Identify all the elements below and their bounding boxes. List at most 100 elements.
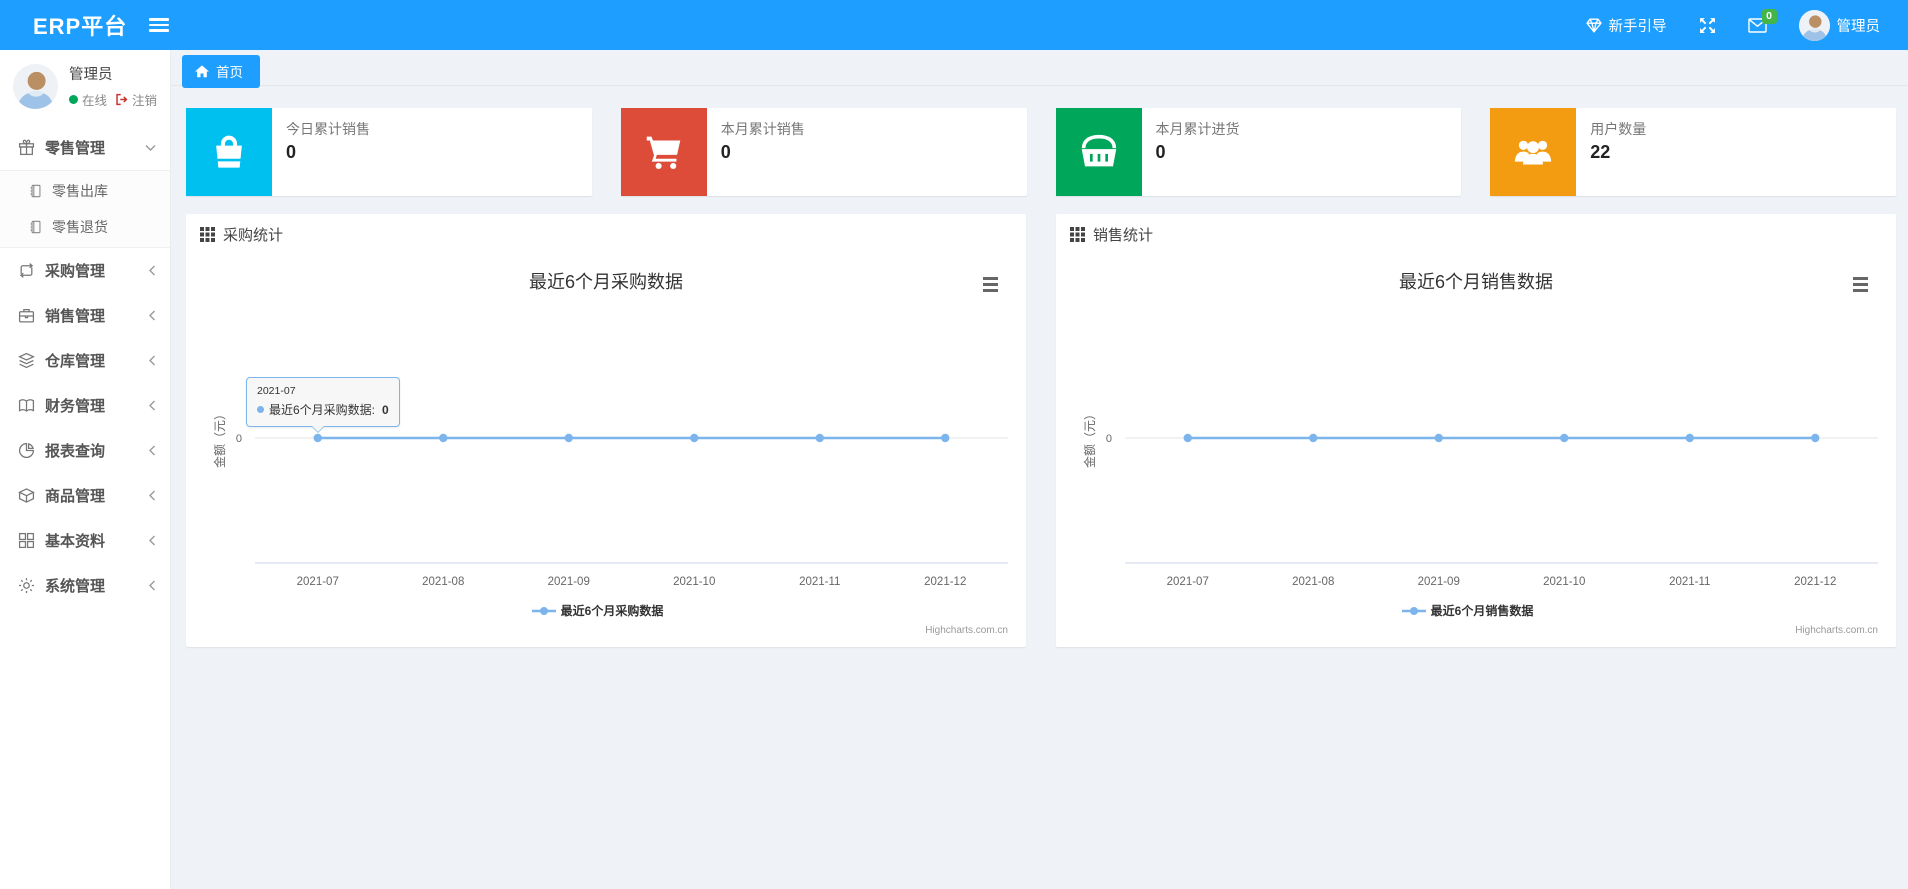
panel-header: 销售统计: [1056, 214, 1896, 254]
tooltip-category: 2021-07: [257, 385, 296, 397]
sidebar-item-sales[interactable]: 销售管理: [0, 293, 170, 338]
x-axis-label: 2021-07: [297, 576, 339, 588]
data-point-marker[interactable]: [1811, 433, 1820, 443]
sidebar-item-warehouse[interactable]: 仓库管理: [0, 338, 170, 383]
guide-link[interactable]: 新手引导: [1570, 0, 1683, 50]
credits-link[interactable]: Highcharts.com.cn: [1795, 625, 1878, 636]
hamburger-menu-icon[interactable]: [983, 277, 998, 292]
sidebar-toggle-button[interactable]: [149, 18, 170, 32]
x-axis-label: 2021-10: [673, 576, 715, 588]
sidebar-item-label: 零售出库: [52, 183, 108, 199]
retail-submenu: 零售出库 零售退货: [0, 170, 170, 248]
sidebar-item-label: 财务管理: [45, 398, 106, 415]
box-icon: [18, 488, 35, 503]
x-axis-label: 2021-09: [1418, 576, 1460, 588]
dashboard-page: 今日累计销售 0 本月累计销售 0 本月累计进货 0 用户数量 22 采购统计 …: [171, 86, 1908, 647]
journal-icon: [30, 220, 41, 234]
x-axis-label: 2021-09: [548, 576, 590, 588]
sidebar-item-purchase[interactable]: 采购管理: [0, 248, 170, 293]
x-axis-label: 2021-12: [1794, 576, 1836, 588]
chevron-left-icon: [149, 400, 155, 411]
stat-cards-row: 今日累计销售 0 本月累计销售 0 本月累计进货 0 用户数量 22: [186, 108, 1896, 196]
gear-icon: [19, 578, 34, 593]
cart-icon: [620, 108, 707, 196]
basket-icon: [1055, 108, 1142, 196]
logout-link[interactable]: 注销: [132, 90, 157, 109]
messages-button[interactable]: 0: [1732, 0, 1783, 50]
legend[interactable]: 最近6个月采购数据: [532, 603, 663, 618]
data-point-marker[interactable]: [1183, 433, 1192, 443]
stat-card-month-sales[interactable]: 本月累计销售 0: [620, 108, 1027, 196]
y-axis-tick-label: 0: [236, 433, 242, 445]
sidebar-item-basic-data[interactable]: 基本资料: [0, 518, 170, 563]
shopping-bag-icon: [186, 108, 272, 196]
tooltip-series-dot: [257, 406, 264, 413]
sidebar-item-label: 仓库管理: [45, 353, 106, 370]
chart-tooltip: 2021-07 最近6个月采购数据: 0: [246, 377, 400, 433]
y-axis-tick-label: 0: [1106, 433, 1112, 445]
data-point-marker[interactable]: [1685, 433, 1694, 443]
journal-icon: [30, 184, 41, 198]
sales-chart[interactable]: 最近6个月销售数据 金额（元） 0 2021-07 2021-08 2021-09 2021…: [1066, 254, 1886, 647]
data-point-marker[interactable]: [439, 433, 448, 443]
tab-label: 首页: [216, 65, 243, 80]
logout-icon: [116, 93, 128, 106]
legend[interactable]: 最近6个月销售数据: [1402, 603, 1533, 618]
chart-panels-row: 采购统计 最近6个月采购数据 金额（元） 0 2021-07 2021-08 2021-0…: [186, 214, 1896, 647]
purchase-chart-svg: 最近6个月采购数据金额（元） 02021-07 2021-08 2021-09 2021…: [212, 272, 1008, 636]
hamburger-menu-icon[interactable]: [1853, 277, 1868, 292]
sidebar-item-label: 采购管理: [45, 263, 106, 280]
sidebar-item-retail-outbound[interactable]: 零售出库: [0, 173, 170, 209]
online-status-dot: [69, 95, 78, 104]
tooltip-series-label: 最近6个月采购数据:: [269, 403, 376, 417]
y-axis-title: 金额（元）: [1082, 408, 1097, 468]
data-point-marker[interactable]: [1309, 433, 1318, 443]
stat-card-value: 0: [720, 142, 731, 162]
chevron-left-icon: [149, 580, 155, 591]
app-logo[interactable]: ERP平台: [0, 9, 141, 41]
data-point-marker[interactable]: [1560, 433, 1569, 443]
avatar: [1798, 9, 1830, 41]
sidebar-item-label: 零售管理: [45, 140, 106, 157]
user-menu[interactable]: 管理员: [1783, 0, 1908, 50]
purchase-stats-panel: 采购统计 最近6个月采购数据 金额（元） 0 2021-07 2021-08 2021-0…: [186, 214, 1026, 647]
stat-card-month-purchase[interactable]: 本月累计进货 0: [1055, 108, 1462, 196]
chart-title: 最近6个月采购数据: [529, 272, 683, 292]
credits-link[interactable]: Highcharts.com.cn: [925, 625, 1008, 636]
x-axis-label: 2021-11: [799, 576, 840, 588]
tab-home[interactable]: 首页: [182, 55, 260, 88]
panel-title: 采购统计: [223, 226, 284, 244]
chevron-down-icon: [145, 144, 156, 151]
sidebar-item-retail-return[interactable]: 零售退货: [0, 209, 170, 245]
data-point-marker[interactable]: [313, 433, 322, 443]
user-panel: 管理员 在线 注销: [0, 50, 170, 123]
data-point-marker[interactable]: [1434, 433, 1443, 443]
sidebar-item-reports[interactable]: 报表查询: [0, 428, 170, 473]
grid-icon: [18, 532, 35, 549]
stat-card-today-sales[interactable]: 今日累计销售 0: [186, 108, 592, 196]
sidebar-item-system[interactable]: 系统管理: [0, 563, 170, 608]
user-label: 管理员: [1836, 18, 1881, 35]
panel-title: 销售统计: [1093, 226, 1154, 244]
stat-card-value: 0: [286, 142, 297, 162]
online-status-label: 在线: [82, 94, 108, 108]
main-content: 首页 今日累计销售 0 本月累计销售 0 本月累计进货 0 用户数量 22 采购…: [171, 0, 1908, 647]
avatar: [13, 63, 58, 109]
sidebar-item-goods[interactable]: 商品管理: [0, 473, 170, 518]
sidebar-item-retail[interactable]: 零售管理: [0, 125, 170, 170]
sidebar-item-label: 系统管理: [45, 578, 106, 595]
x-axis-label: 2021-07: [1167, 576, 1209, 588]
sidebar-item-label: 基本资料: [45, 533, 106, 550]
x-axis-label: 2021-11: [1669, 576, 1710, 588]
sidebar-item-label: 报表查询: [45, 443, 106, 460]
fullscreen-button[interactable]: [1683, 0, 1732, 50]
data-point-marker[interactable]: [815, 433, 824, 443]
y-axis-title: 金额（元）: [212, 408, 227, 468]
purchase-chart[interactable]: 最近6个月采购数据 金额（元） 0 2021-07 2021-08 2021-09 2021…: [196, 254, 1016, 647]
data-point-marker[interactable]: [690, 433, 699, 443]
stat-card-user-count[interactable]: 用户数量 22: [1490, 108, 1896, 196]
sidebar-menu: 零售管理 零售出库 零售退货 采购管理 销售管理 仓库管理 财务管理 报表查询 …: [0, 125, 170, 608]
sidebar-item-finance[interactable]: 财务管理: [0, 383, 170, 428]
data-point-marker[interactable]: [941, 433, 950, 443]
data-point-marker[interactable]: [564, 433, 573, 443]
